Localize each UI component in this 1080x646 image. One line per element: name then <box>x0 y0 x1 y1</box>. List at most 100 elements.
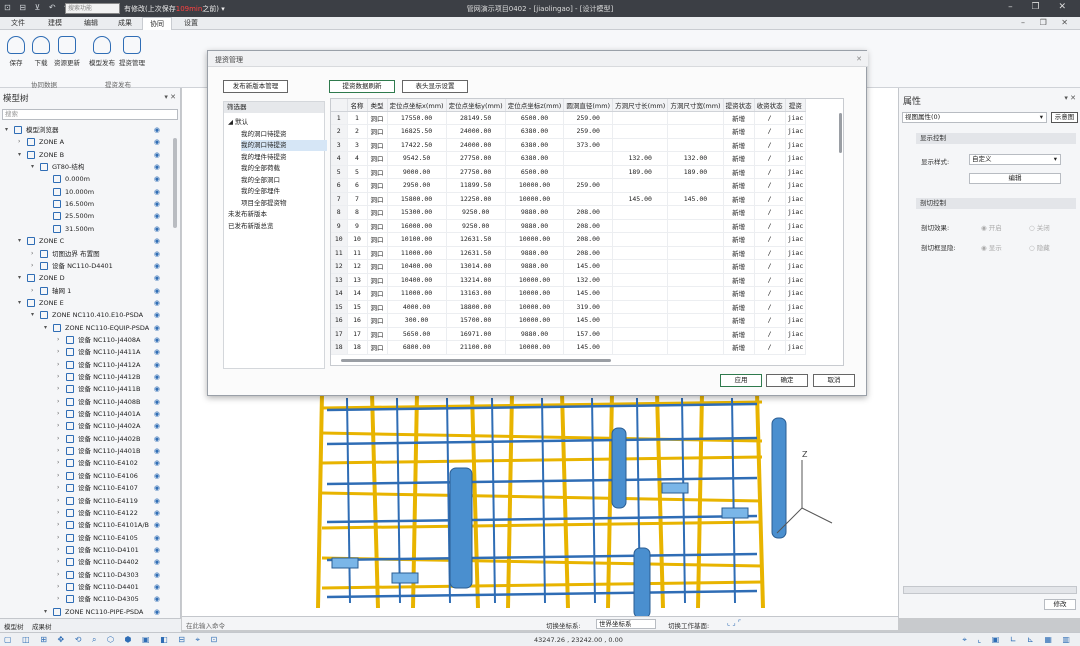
table-cell[interactable]: 15 <box>347 300 368 314</box>
filter-item[interactable]: 我的埋件待提资 <box>241 152 287 163</box>
eye-icon[interactable]: ◉ <box>154 457 160 469</box>
table-cell[interactable]: jiac <box>785 178 807 193</box>
radio-cut-box-show[interactable]: ◉ 显示 <box>981 242 1002 252</box>
tab-results[interactable]: 成果 <box>110 17 140 30</box>
eye-icon[interactable]: ◉ <box>154 433 160 445</box>
tree-row[interactable]: › 设备 NC110-D4305 ◉ <box>0 593 178 605</box>
filter-item[interactable]: 我的全部荷载 <box>241 163 280 174</box>
tree-row[interactable]: › 设备 NC110-J4408B ◉ <box>0 396 178 408</box>
table-cell[interactable] <box>667 111 724 125</box>
eye-icon[interactable]: ◉ <box>154 136 160 148</box>
table-cell[interactable]: / <box>754 165 786 179</box>
table-cell[interactable]: jiac <box>785 138 807 152</box>
table-cell[interactable]: 新增 <box>723 205 755 220</box>
table-cell[interactable]: / <box>754 219 786 233</box>
table-cell[interactable]: 12631.50 <box>446 232 506 247</box>
table-cell[interactable]: jiac <box>785 286 807 301</box>
table-cell[interactable]: 洞口 <box>367 138 388 152</box>
table-cell[interactable]: 6 <box>347 178 368 193</box>
table-cell[interactable]: 145.00 <box>612 192 669 206</box>
table-cell[interactable]: 11000.00 <box>387 246 447 260</box>
eye-icon[interactable]: ◉ <box>154 346 160 358</box>
table-cell[interactable] <box>612 259 669 274</box>
table-cell[interactable]: 16 <box>347 313 368 328</box>
table-cell[interactable]: 3 <box>347 138 368 152</box>
table-cell[interactable]: jiac <box>785 340 807 355</box>
tree-search-input[interactable]: 搜索 <box>2 109 178 120</box>
table-cell[interactable]: 9542.50 <box>387 151 447 166</box>
table-cell[interactable]: 洞口 <box>367 232 388 247</box>
table-cell[interactable]: 10400.00 <box>387 259 447 274</box>
table-cell[interactable]: 新增 <box>723 246 755 260</box>
table-cell[interactable]: 21100.00 <box>446 340 506 355</box>
tree-row[interactable]: ▾ ZONE B ◉ <box>0 149 178 161</box>
table-cell[interactable]: jiac <box>785 124 807 139</box>
table-cell[interactable]: 10000.00 <box>505 313 565 328</box>
tree-row[interactable]: › 设备 NC110-D4401 ◉ <box>0 581 178 593</box>
table-cell[interactable]: 16971.00 <box>446 327 506 341</box>
table-cell[interactable]: 319.00 <box>563 300 614 314</box>
table-cell[interactable]: 新增 <box>723 138 755 152</box>
table-cell[interactable]: 10400.00 <box>387 273 447 287</box>
radio-cut-box-hide[interactable]: ○ 隐藏 <box>1029 242 1050 252</box>
tree-scrollbar[interactable] <box>173 138 177 228</box>
table-cell[interactable]: 10000.00 <box>505 286 565 301</box>
filter-group[interactable]: 已发布新版总览 <box>228 221 274 232</box>
table-cell[interactable]: 13014.00 <box>446 259 506 274</box>
chevron-right-icon[interactable]: › <box>31 248 33 260</box>
table-cell[interactable]: 7 <box>347 192 368 206</box>
table-row[interactable]: 12 12 洞口 10400.00 13014.00 9880.00 145.00 新增 / ji… <box>331 259 807 274</box>
table-cell[interactable]: 2950.00 <box>387 178 447 193</box>
table-cell[interactable]: 洞口 <box>367 246 388 260</box>
table-cell[interactable] <box>563 192 614 206</box>
eye-icon[interactable]: ◉ <box>154 322 160 334</box>
table-cell[interactable]: 4 <box>347 151 368 166</box>
table-cell[interactable]: 8 <box>347 205 368 220</box>
tree-row[interactable]: › 设备 NC110-J4412A ◉ <box>0 359 178 371</box>
table-cell[interactable]: jiac <box>785 300 807 314</box>
table-cell[interactable] <box>563 151 614 166</box>
table-cell[interactable]: 洞口 <box>367 313 388 328</box>
column-header[interactable]: 收资状态 <box>754 99 786 112</box>
table-cell[interactable]: jiac <box>785 219 807 233</box>
tree-row[interactable]: › 设备 NC110-D4401 ◉ <box>0 260 178 272</box>
table-cell[interactable]: 1 <box>347 111 368 125</box>
table-cell[interactable]: 13163.00 <box>446 286 506 301</box>
table-cell[interactable]: 259.00 <box>563 178 614 193</box>
table-cell[interactable]: 新增 <box>723 111 755 125</box>
data-submission-button[interactable]: 提资管理 <box>118 36 146 67</box>
column-header[interactable]: 方洞尺寸长(mm) <box>612 99 669 112</box>
table-cell[interactable] <box>612 327 669 341</box>
document-window-controls[interactable]: – ❐ ✕ <box>1021 18 1074 27</box>
tree-row[interactable]: › 设备 NC110-E4101A/B ◉ <box>0 519 178 531</box>
table-cell[interactable] <box>612 273 669 287</box>
eye-icon[interactable]: ◉ <box>154 359 160 371</box>
chevron-right-icon[interactable]: › <box>18 136 20 148</box>
table-cell[interactable]: 15300.00 <box>387 205 447 220</box>
eye-icon[interactable]: ◉ <box>154 606 160 618</box>
eye-icon[interactable]: ◉ <box>154 124 160 136</box>
eye-icon[interactable]: ◉ <box>154 223 160 235</box>
table-cell[interactable]: 11000.00 <box>387 286 447 301</box>
column-header[interactable]: 定位点坐标x(mm) <box>387 99 447 112</box>
table-cell[interactable]: 6380.00 <box>505 124 565 139</box>
eye-icon[interactable]: ◉ <box>154 519 160 531</box>
table-cell[interactable] <box>612 300 669 314</box>
table-cell[interactable]: / <box>754 273 786 287</box>
table-cell[interactable]: jiac <box>785 205 807 220</box>
table-cell[interactable]: 9880.00 <box>505 246 565 260</box>
table-cell[interactable] <box>667 300 724 314</box>
chevron-right-icon[interactable]: › <box>57 408 59 420</box>
table-cell[interactable]: 132.00 <box>612 151 669 166</box>
table-cell[interactable] <box>667 340 724 355</box>
table-cell[interactable]: 10000.00 <box>505 300 565 314</box>
tree-row[interactable]: ▾ ZONE C ◉ <box>0 235 178 247</box>
eye-icon[interactable]: ◉ <box>154 396 160 408</box>
table-cell[interactable]: jiac <box>785 232 807 247</box>
view-property-select[interactable]: 视图属性(0) ▾ <box>902 112 1047 123</box>
table-cell[interactable] <box>667 259 724 274</box>
table-cell[interactable]: / <box>754 340 786 355</box>
table-cell[interactable]: 12 <box>347 259 368 274</box>
table-cell[interactable] <box>612 178 669 193</box>
eye-icon[interactable]: ◉ <box>154 235 160 247</box>
